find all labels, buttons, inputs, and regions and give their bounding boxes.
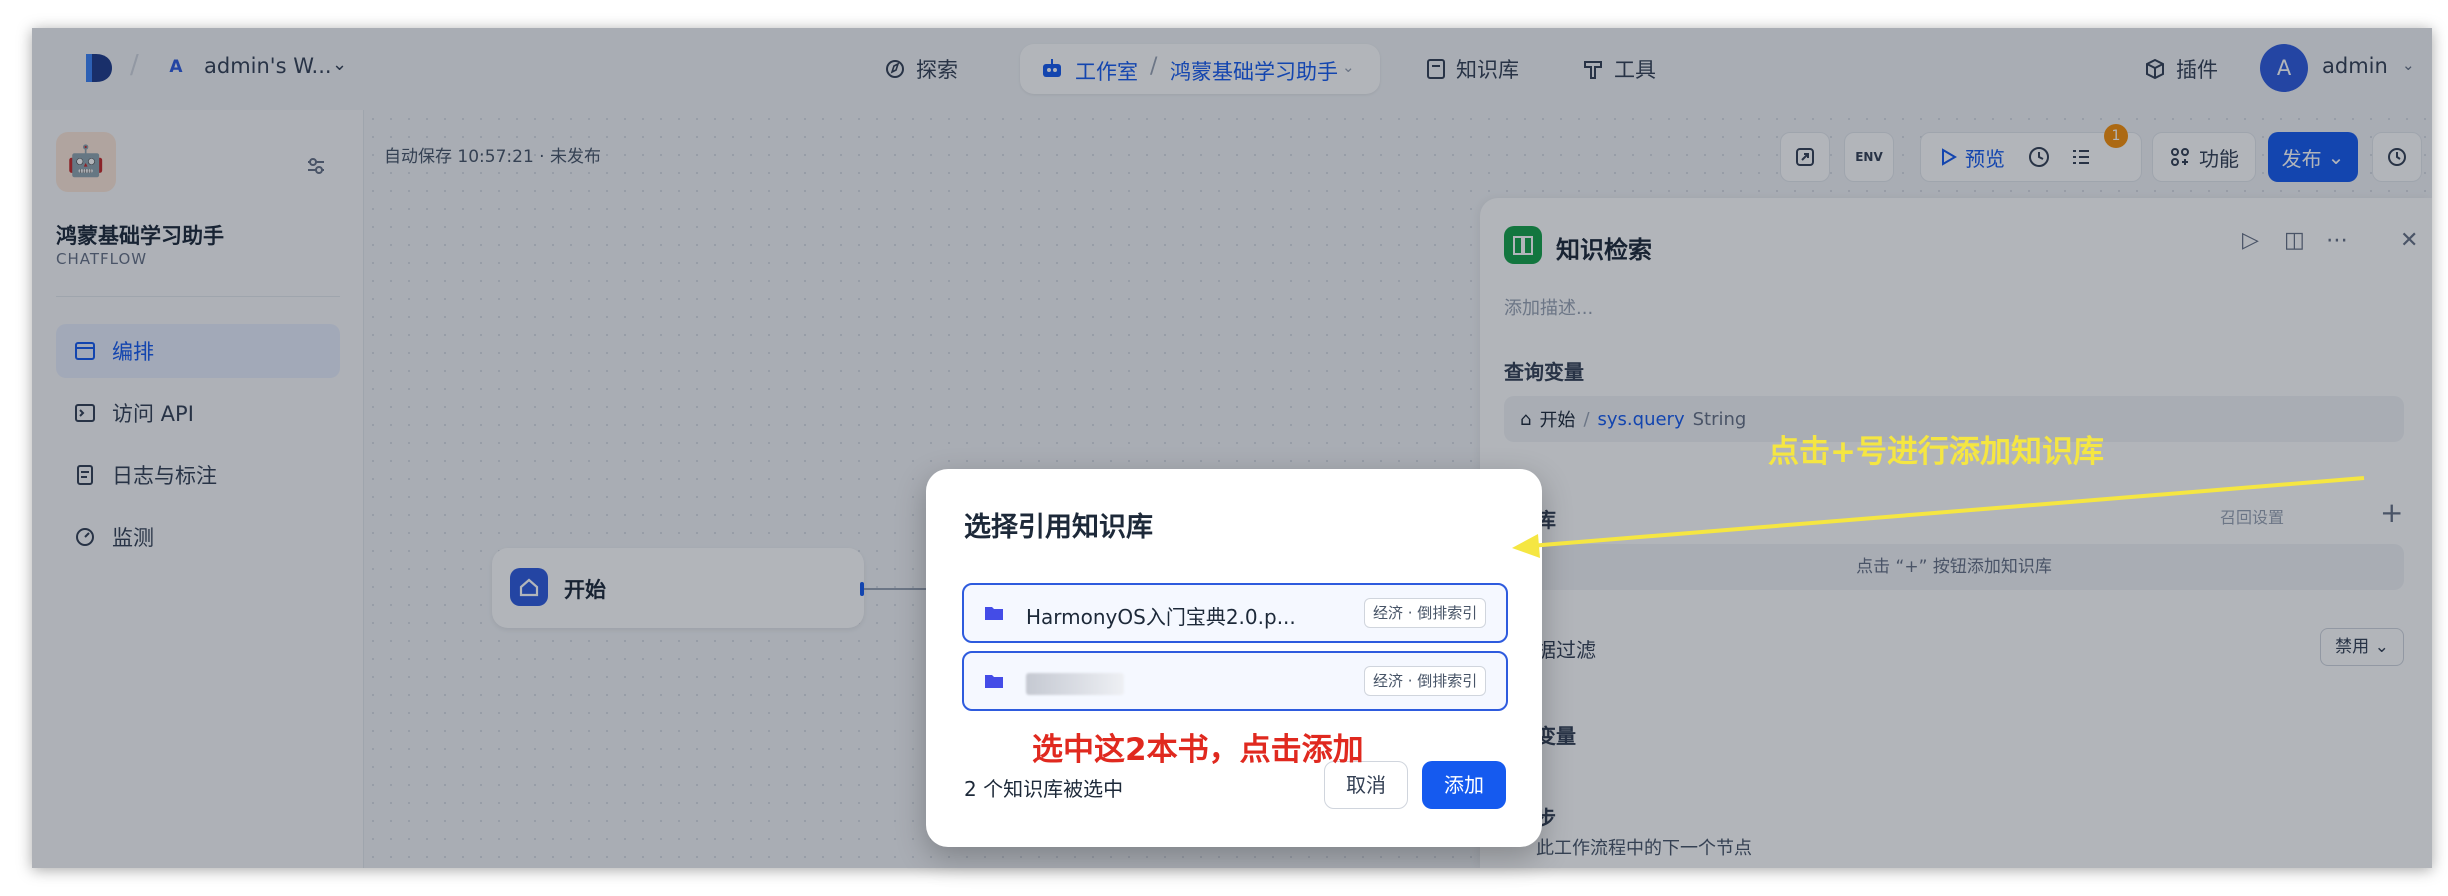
redacted-knowledge-name [1026, 673, 1124, 695]
select-knowledge-modal: 选择引用知识库 HarmonyOS入门宝典2.0.p... 经济 · 倒排索引 … [926, 469, 1542, 847]
folder-icon [985, 607, 1003, 620]
knowledge-option[interactable]: 经济 · 倒排索引 [962, 651, 1508, 711]
knowledge-option[interactable]: HarmonyOS入门宝典2.0.p... 经济 · 倒排索引 [962, 583, 1508, 643]
annotation-red: 选中这2本书，点击添加 [1032, 732, 1364, 768]
index-tag: 经济 · 倒排索引 [1364, 598, 1487, 628]
knowledge-name: HarmonyOS入门宝典2.0.p... [1026, 605, 1296, 629]
modal-title: 选择引用知识库 [964, 512, 1153, 543]
annotation-yellow: 点击+号进行添加知识库 [1768, 434, 2104, 470]
selected-count: 2 个知识库被选中 [964, 777, 1124, 801]
folder-icon [985, 675, 1003, 688]
index-tag: 经济 · 倒排索引 [1364, 666, 1487, 696]
add-button[interactable]: 添加 [1422, 761, 1506, 809]
